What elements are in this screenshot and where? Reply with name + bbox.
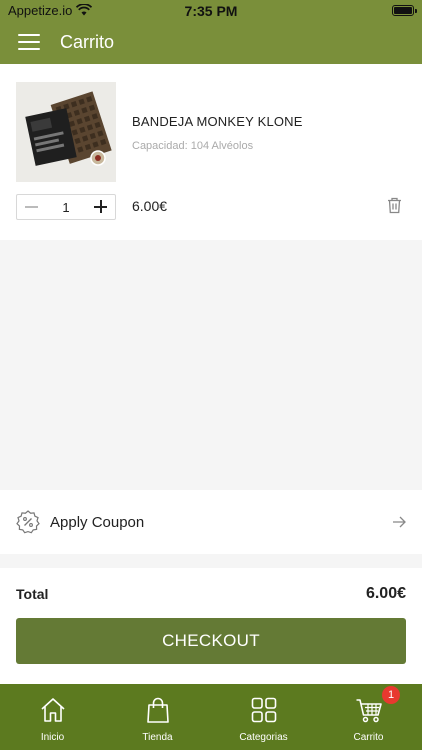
home-icon [40,698,65,722]
checkout-button[interactable]: CHECKOUT [16,618,406,664]
increase-quantity-button[interactable] [87,195,115,219]
app-header: Carrito [0,22,422,64]
shopping-bag-icon [146,697,169,723]
product-name[interactable]: BANDEJA MONKEY KLONE [132,114,303,129]
tab-tienda[interactable]: Tienda [105,684,210,750]
total-label: Total [16,586,49,602]
grid-icon [251,697,276,723]
order-summary: Total 6.00€ CHECKOUT [0,568,422,684]
quantity-value: 1 [62,200,70,215]
bottom-tab-bar: Inicio Tienda Categorias 1 Carrito [0,684,422,750]
item-price: 6.00€ [132,198,168,214]
tab-label: Inicio [40,732,65,743]
tab-label: Tienda [142,732,173,743]
discount-icon [16,510,40,534]
cart-item: BANDEJA MONKEY KLONE Capacidad: 104 Alvé… [0,64,422,240]
status-bar: Appetize.io 7:35 PM [0,0,422,22]
product-capacity: Capacidad: 104 Alvéolos [132,140,254,152]
menu-icon[interactable] [18,34,40,51]
tab-inicio[interactable]: Inicio [0,684,105,750]
trash-icon[interactable] [387,197,402,214]
quantity-stepper: 1 [16,194,116,220]
product-image[interactable] [16,82,116,182]
battery-icon [392,5,417,16]
tab-label: Categorias [239,732,288,743]
cart-count-badge: 1 [382,686,400,704]
arrow-right-icon [393,516,406,528]
tab-label: Carrito [353,732,384,743]
apply-coupon-row[interactable]: Apply Coupon [0,490,422,554]
total-value: 6.00€ [365,585,406,602]
clock: 7:35 PM [184,3,238,19]
apply-coupon-label: Apply Coupon [50,514,145,531]
tab-carrito[interactable]: 1 Carrito [316,684,421,750]
page-title: Carrito [60,32,115,52]
tab-categorias[interactable]: Categorias [211,684,316,750]
cart-icon [356,699,382,723]
decrease-quantity-button[interactable] [17,195,45,219]
